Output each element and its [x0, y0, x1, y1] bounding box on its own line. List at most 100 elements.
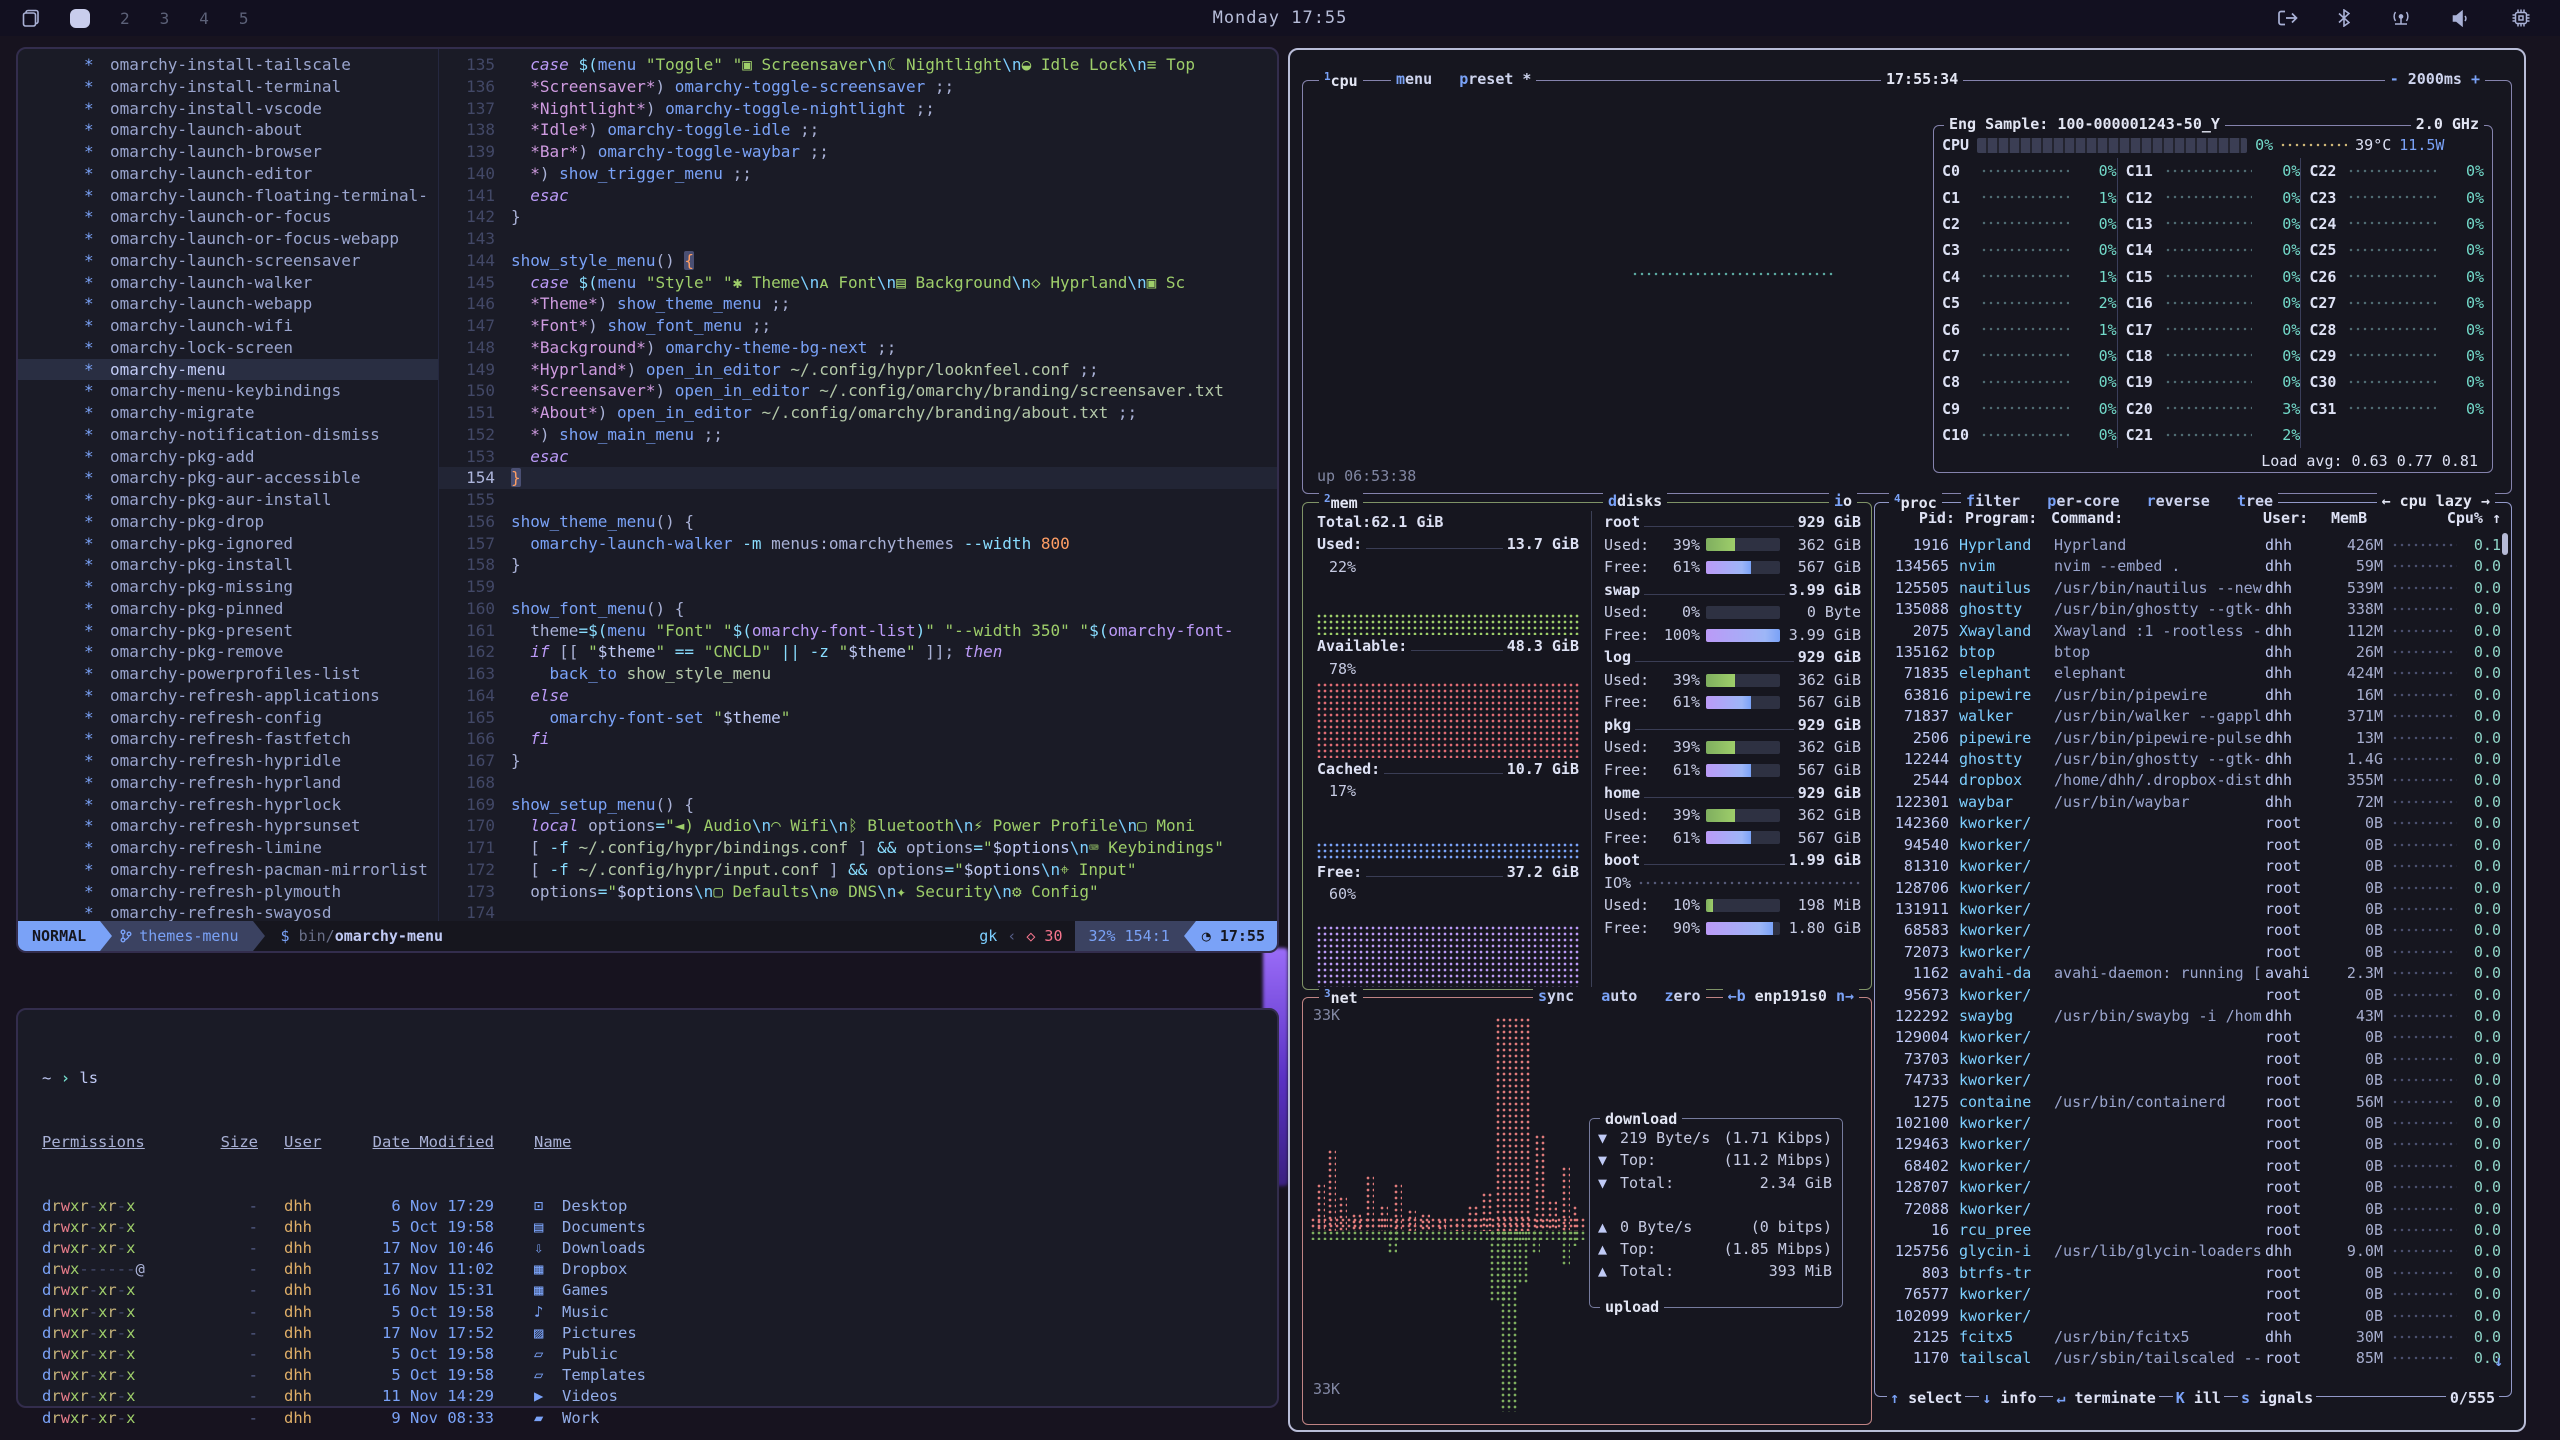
process-row[interactable]: 1170tailscal /usr/sbin/tailscaled --root…: [1879, 1348, 2501, 1369]
net-interface[interactable]: ←b enp191s0 n→: [1723, 987, 1859, 1005]
process-row[interactable]: 94540kworker/ root0B0.0: [1879, 835, 2501, 856]
file-item[interactable]: *omarchy-powerprofiles-list: [18, 663, 438, 685]
code-line[interactable]: 157 omarchy-launch-walker -m menus:omarc…: [439, 533, 1277, 555]
file-item[interactable]: *omarchy-launch-walker: [18, 272, 438, 294]
code-line[interactable]: 163 back_to show_style_menu: [439, 663, 1277, 685]
code-line[interactable]: 147 *Font*) show_font_menu ;;: [439, 315, 1277, 337]
code-line[interactable]: 144show_style_menu() {: [439, 250, 1277, 272]
code-line[interactable]: 142}: [439, 206, 1277, 228]
file-item[interactable]: *omarchy-refresh-applications: [18, 685, 438, 707]
process-row[interactable]: 129463kworker/ root0B0.0: [1879, 1134, 2501, 1155]
process-row[interactable]: 2544dropbox /home/dhh/.dropbox-distdhh35…: [1879, 770, 2501, 791]
file-item[interactable]: *omarchy-launch-webapp: [18, 293, 438, 315]
process-row[interactable]: 74733kworker/ root0B0.0: [1879, 1070, 2501, 1091]
code-line[interactable]: 152 *) show_main_menu ;;: [439, 424, 1277, 446]
process-row[interactable]: 2075Xwayland Xwayland :1 -rootless -dhh1…: [1879, 621, 2501, 642]
button-auto[interactable]: auto: [1601, 987, 1637, 1005]
process-row[interactable]: 71835elephant elephantdhh424M0.0: [1879, 663, 2501, 684]
scroll-down-indicator[interactable]: ↓: [2494, 1352, 2503, 1370]
process-row[interactable]: 16rcu_pree root0B0.0: [1879, 1220, 2501, 1241]
file-item[interactable]: *omarchy-launch-screensaver: [18, 250, 438, 272]
file-item[interactable]: *omarchy-launch-editor: [18, 163, 438, 185]
file-item[interactable]: *omarchy-refresh-hyprlock: [18, 794, 438, 816]
file-item[interactable]: *omarchy-refresh-limine: [18, 837, 438, 859]
code-line[interactable]: 170 local options="◄) Audio\n◠ Wifi\nᛒ B…: [439, 815, 1277, 837]
workspace-2[interactable]: 2: [120, 9, 130, 28]
code-line[interactable]: 160show_font_menu() {: [439, 598, 1277, 620]
file-item[interactable]: *omarchy-refresh-swayosd: [18, 902, 438, 921]
file-item[interactable]: *omarchy-refresh-fastfetch: [18, 728, 438, 750]
file-item[interactable]: *omarchy-install-terminal: [18, 76, 438, 98]
process-row[interactable]: 2125fcitx5 /usr/bin/fcitx5dhh30M0.0: [1879, 1327, 2501, 1348]
code-line[interactable]: 168: [439, 772, 1277, 794]
code-line[interactable]: 150 *Screensaver*) open_in_editor ~/.con…: [439, 380, 1277, 402]
clock[interactable]: Monday 17:55: [1213, 8, 1348, 28]
button-preset[interactable]: preset *: [1459, 70, 1531, 88]
file-item[interactable]: *omarchy-launch-floating-terminal-: [18, 185, 438, 207]
code-line[interactable]: 135 case $(menu "Toggle" "▣ Screensaver\…: [439, 54, 1277, 76]
code-line[interactable]: 154}: [439, 467, 1277, 489]
process-row[interactable]: 1916Hyprland Hyprlanddhh426M0.1: [1879, 535, 2501, 556]
process-row[interactable]: 803btrfs-tr root0B0.0: [1879, 1263, 2501, 1284]
process-row[interactable]: 102099kworker/ root0B0.0: [1879, 1306, 2501, 1327]
process-row[interactable]: 131911kworker/ root0B0.0: [1879, 899, 2501, 920]
file-item[interactable]: *omarchy-pkg-install: [18, 554, 438, 576]
network-icon[interactable]: [2390, 9, 2412, 27]
process-row[interactable]: 1275containe /usr/bin/containerdroot56M0…: [1879, 1092, 2501, 1113]
file-item[interactable]: *omarchy-install-vscode: [18, 98, 438, 120]
button-reverse[interactable]: reverse: [2147, 492, 2210, 510]
file-item[interactable]: *omarchy-pkg-missing: [18, 576, 438, 598]
process-row[interactable]: 72088kworker/ root0B0.0: [1879, 1199, 2501, 1220]
code-line[interactable]: 140 *) show_trigger_menu ;;: [439, 163, 1277, 185]
process-row[interactable]: 134565nvim nvim --embed .dhh59M0.0: [1879, 556, 2501, 577]
file-item[interactable]: *omarchy-pkg-aur-accessible: [18, 467, 438, 489]
process-row[interactable]: 12244ghostty /usr/bin/ghostty --gtk-dhh1…: [1879, 749, 2501, 770]
refresh-interval[interactable]: - 2000ms +: [2385, 70, 2485, 88]
code-line[interactable]: 149 *Hyprland*) open_in_editor ~/.config…: [439, 359, 1277, 381]
process-row[interactable]: 76577kworker/ root0B0.0: [1879, 1284, 2501, 1305]
file-item[interactable]: *omarchy-launch-about: [18, 119, 438, 141]
file-item[interactable]: *omarchy-launch-or-focus-webapp: [18, 228, 438, 250]
file-item[interactable]: *omarchy-launch-or-focus: [18, 206, 438, 228]
code-line[interactable]: 156show_theme_menu() {: [439, 511, 1277, 533]
code-line[interactable]: 145 case $(menu "Style" "✱ Theme\nᴀ Font…: [439, 272, 1277, 294]
apps-grid-icon[interactable]: [22, 9, 40, 27]
file-item[interactable]: *omarchy-refresh-config: [18, 707, 438, 729]
process-row[interactable]: 95673kworker/ root0B0.0: [1879, 985, 2501, 1006]
disks-title[interactable]: ddisks: [1603, 492, 1667, 510]
code-line[interactable]: 167}: [439, 750, 1277, 772]
process-row[interactable]: 122301waybar /usr/bin/waybardhh72M0.0: [1879, 792, 2501, 813]
file-item[interactable]: *omarchy-refresh-hyprland: [18, 772, 438, 794]
file-item[interactable]: *omarchy-pkg-remove: [18, 641, 438, 663]
code-line[interactable]: 162 if [[ "$theme" == "CNCLD" || -z "$th…: [439, 641, 1277, 663]
file-item[interactable]: *omarchy-pkg-drop: [18, 511, 438, 533]
file-item[interactable]: *omarchy-refresh-pacman-mirrorlist: [18, 859, 438, 881]
file-item[interactable]: *omarchy-refresh-hyprsunset: [18, 815, 438, 837]
code-line[interactable]: 139 *Bar*) omarchy-toggle-waybar ;;: [439, 141, 1277, 163]
bluetooth-icon[interactable]: [2338, 9, 2350, 27]
code-line[interactable]: 174: [439, 902, 1277, 921]
code-line[interactable]: 171 [ -f ~/.config/hypr/bindings.conf ] …: [439, 837, 1277, 859]
process-row[interactable]: 63816pipewire /usr/bin/pipewiredhh16M0.0: [1879, 685, 2501, 706]
process-row[interactable]: 72073kworker/ root0B0.0: [1879, 942, 2501, 963]
cpu-sort-button[interactable]: ← cpu lazy →: [2377, 492, 2495, 510]
file-item[interactable]: *omarchy-lock-screen: [18, 337, 438, 359]
process-row[interactable]: 68583kworker/ root0B0.0: [1879, 920, 2501, 941]
process-row[interactable]: 122292swaybg /usr/bin/swaybg -i /homdhh4…: [1879, 1006, 2501, 1027]
code-line[interactable]: 155: [439, 489, 1277, 511]
file-item[interactable]: *omarchy-pkg-ignored: [18, 533, 438, 555]
process-row[interactable]: 2506pipewire /usr/bin/pipewire-pulsedhh1…: [1879, 728, 2501, 749]
io-toggle[interactable]: io: [1829, 492, 1857, 510]
cpu-chip-icon[interactable]: [2512, 9, 2530, 27]
button-zero[interactable]: zero: [1664, 987, 1700, 1005]
code-line[interactable]: 158}: [439, 554, 1277, 576]
file-item[interactable]: *omarchy-pkg-aur-install: [18, 489, 438, 511]
code-line[interactable]: 138 *Idle*) omarchy-toggle-idle ;;: [439, 119, 1277, 141]
proc-action-info[interactable]: ↓ info: [1979, 1389, 2039, 1407]
process-row[interactable]: 135088ghostty /usr/bin/ghostty --gtk-dhh…: [1879, 599, 2501, 620]
file-item[interactable]: *omarchy-launch-browser: [18, 141, 438, 163]
proc-action-terminate[interactable]: ↵ terminate: [2053, 1389, 2158, 1407]
file-item[interactable]: *omarchy-launch-wifi: [18, 315, 438, 337]
code-line[interactable]: 159: [439, 576, 1277, 598]
code-line[interactable]: 164 else: [439, 685, 1277, 707]
